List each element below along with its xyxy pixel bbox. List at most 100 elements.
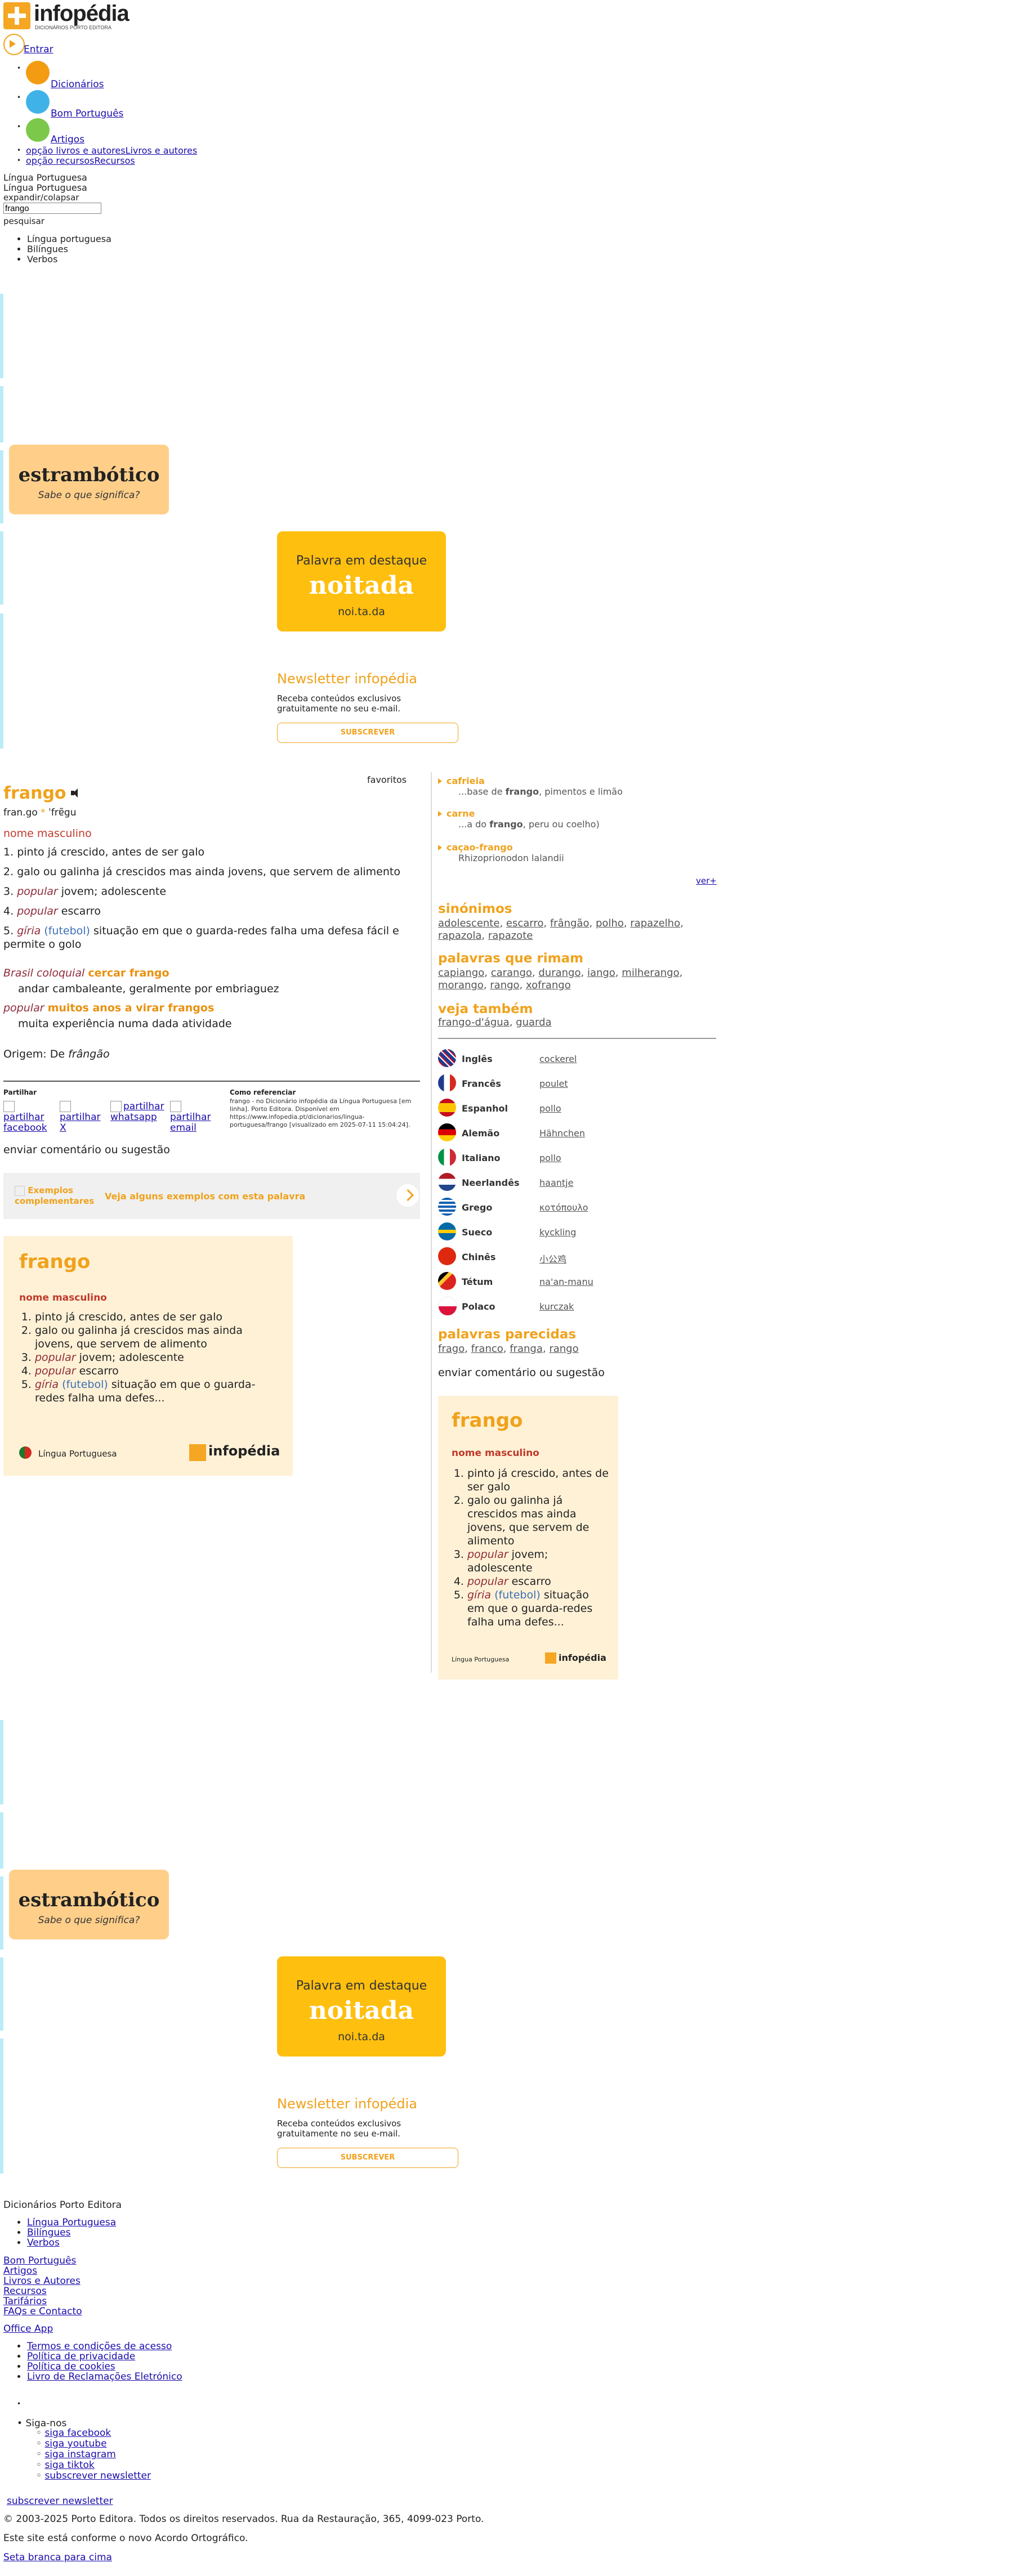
- related-entry[interactable]: caçao-frango Rhizoprionodon lalandii: [438, 842, 720, 863]
- newsletter-link[interactable]: subscrever newsletter: [44, 2470, 151, 2481]
- favorites-icon[interactable]: favoritos: [367, 774, 407, 785]
- footer-link[interactable]: Verbos: [27, 2237, 60, 2248]
- share-email-link[interactable]: partilhar email: [170, 1101, 221, 1134]
- footer-link[interactable]: Recursos: [3, 2286, 47, 2297]
- footer-link[interactable]: FAQs e Contacto: [3, 2306, 82, 2317]
- translation-row[interactable]: Polaco kurczak: [438, 1297, 708, 1317]
- highlight-word-banner[interactable]: Palavra em destaque noitada noi.ta.da: [277, 531, 446, 631]
- translation-row[interactable]: Sueco kyckling: [438, 1222, 708, 1243]
- youtube-icon[interactable]: siga youtube: [44, 2438, 106, 2449]
- share-x-link[interactable]: partilhar X: [60, 1101, 105, 1134]
- nav-resources[interactable]: opção recursosRecursos: [26, 155, 135, 166]
- challenge-word: estrambótico: [18, 1889, 160, 1911]
- back-to-top-icon[interactable]: Seta branca para cima: [3, 2552, 112, 2563]
- tiktok-icon[interactable]: siga tiktok: [44, 2459, 94, 2471]
- footer-link[interactable]: Língua Portuguesa: [27, 2217, 116, 2228]
- card-headword: frango: [19, 1251, 91, 1273]
- footer-link[interactable]: Tarifários: [3, 2296, 47, 2307]
- newsletter-subscribe-button[interactable]: SUBSCREVER: [277, 2148, 458, 2168]
- audio-icon[interactable]: [71, 788, 81, 798]
- dict-selector-label[interactable]: Língua Portuguesa: [3, 172, 87, 183]
- facebook-icon[interactable]: siga facebook: [44, 2427, 111, 2439]
- bom-portugues-icon[interactable]: [26, 90, 50, 114]
- translation-row[interactable]: Inglês cockerel: [438, 1049, 708, 1069]
- legal-link[interactable]: Política de cookies: [27, 2361, 115, 2372]
- chevron-right-icon[interactable]: [396, 1184, 419, 1207]
- rhymes-title: palavras que rimam: [438, 951, 584, 966]
- dict-option[interactable]: Verbos: [27, 254, 225, 265]
- ad-strip: [0, 531, 3, 604]
- footer-link[interactable]: Bom Português: [3, 2255, 76, 2266]
- office-app-link[interactable]: Office App: [3, 2323, 53, 2335]
- instagram-icon[interactable]: siga instagram: [44, 2449, 115, 2460]
- expression-1-def: andar cambaleante, geralmente por embria…: [18, 983, 279, 995]
- word-challenge-banner[interactable]: estrambótico Sabe o que significa?: [9, 1870, 169, 1939]
- examples-box[interactable]: Exemplos complementares Veja alguns exem…: [3, 1173, 420, 1219]
- similar-list: frago, franco, franga, rango: [438, 1343, 579, 1355]
- legal-link[interactable]: Termos e condições de acesso: [27, 2341, 172, 2352]
- examples-icon: [15, 1185, 25, 1196]
- comment-link[interactable]: enviar comentário ou sugestão: [3, 1144, 170, 1156]
- divider: [3, 1081, 420, 1082]
- ad-strip: [0, 613, 3, 749]
- legal-link[interactable]: Livro de Reclamações Eletrónico: [27, 2371, 182, 2382]
- word-challenge-banner[interactable]: estrambótico Sabe o que significa?: [9, 445, 169, 514]
- translation-row[interactable]: Neerlandês haantje: [438, 1173, 708, 1193]
- infopedia-logo-icon[interactable]: [3, 2, 30, 29]
- nav-articles[interactable]: Artigos: [51, 134, 84, 145]
- card-definitions: pinto já crescido, antes de ser galo gal…: [19, 1310, 278, 1405]
- search-icon[interactable]: pesquisar: [3, 216, 44, 226]
- newsletter-desc-2: gratuitamente no seu e-mail.: [277, 2129, 401, 2139]
- translation-row[interactable]: Grego κοτόπουλο: [438, 1198, 708, 1218]
- nav-dictionaries[interactable]: Dicionários: [51, 79, 104, 90]
- footer-link[interactable]: Livros e Autores: [3, 2275, 81, 2287]
- legal-link[interactable]: Política de privacidade: [27, 2351, 135, 2362]
- card-brand: infopédia: [559, 1652, 606, 1663]
- infopedia-logo-icon: [545, 1652, 556, 1664]
- dictionaries-icon[interactable]: [26, 61, 50, 84]
- translation-row[interactable]: Italiano pollo: [438, 1148, 708, 1168]
- translation-row[interactable]: Espanhol pollo: [438, 1099, 708, 1119]
- examples-link[interactable]: Veja alguns exemplos com esta palavra: [105, 1191, 305, 1202]
- logo-text[interactable]: infopédia: [34, 1, 130, 26]
- footer-link[interactable]: Bilíngues: [27, 2227, 71, 2238]
- login-link[interactable]: Entrar: [24, 44, 53, 55]
- translation-row[interactable]: Alemão Hähnchen: [438, 1123, 708, 1144]
- translation-row[interactable]: Francês poulet: [438, 1074, 708, 1094]
- subscribe-newsletter-link[interactable]: subscrever newsletter: [7, 2496, 113, 2507]
- login-icon[interactable]: [3, 34, 25, 55]
- related-entry[interactable]: carne ...a do frango, peru ou coelho): [438, 808, 720, 830]
- highlight-word: noitada: [309, 1996, 414, 2025]
- share-whatsapp-link[interactable]: partilhar whatsapp: [110, 1101, 167, 1123]
- translation-row[interactable]: Tétum na'an-manu: [438, 1272, 708, 1292]
- card-def: popular jovem; adolescente: [35, 1351, 278, 1364]
- share-facebook-link[interactable]: partilhar facebook: [3, 1101, 54, 1134]
- sidebar-comment-link[interactable]: enviar comentário ou sugestão: [438, 1367, 605, 1379]
- italy-flag-icon: [438, 1148, 456, 1166]
- definition-5: 5. gíria (futebol) situação em que o gua…: [3, 925, 399, 951]
- highlight-word-banner[interactable]: Palavra em destaque noitada noi.ta.da: [277, 1956, 446, 2057]
- ad-strip: [0, 2039, 3, 2174]
- dict-option[interactable]: Língua portuguesa: [27, 234, 225, 244]
- poland-flag-icon: [438, 1297, 457, 1316]
- search-input[interactable]: [3, 203, 101, 214]
- expression-2: popular muitos anos a virar frangos: [3, 1002, 215, 1014]
- nav-bom-portugues[interactable]: Bom Português: [51, 108, 123, 119]
- email-icon: [170, 1101, 181, 1112]
- translation-row[interactable]: Chinês 小公鸡: [438, 1247, 708, 1267]
- card-def: popular jovem; adolescente: [467, 1548, 609, 1575]
- related-entry[interactable]: cafrieia ...base de frango, pimentos e l…: [438, 776, 720, 797]
- definition-2: 2. galo ou galinha já crescidos mas aind…: [3, 866, 400, 878]
- ad-strip: [0, 1720, 3, 1804]
- articles-icon[interactable]: [26, 118, 50, 142]
- definition-4: 4. popular escarro: [3, 905, 101, 917]
- expand-collapse-icon[interactable]: expandir/colapsar: [3, 192, 79, 203]
- challenge-word: estrambótico: [18, 464, 160, 486]
- dict-option[interactable]: Bilíngues: [27, 244, 225, 254]
- ad-strip: [0, 1876, 3, 1950]
- see-more-link[interactable]: ver+: [696, 876, 717, 886]
- nav-books[interactable]: opção livros e autoresLivros e autores: [26, 145, 197, 156]
- newsletter-subscribe-button[interactable]: SUBSCREVER: [277, 723, 458, 743]
- footer-link[interactable]: Artigos: [3, 2265, 37, 2277]
- timor-flag-icon: [438, 1272, 456, 1290]
